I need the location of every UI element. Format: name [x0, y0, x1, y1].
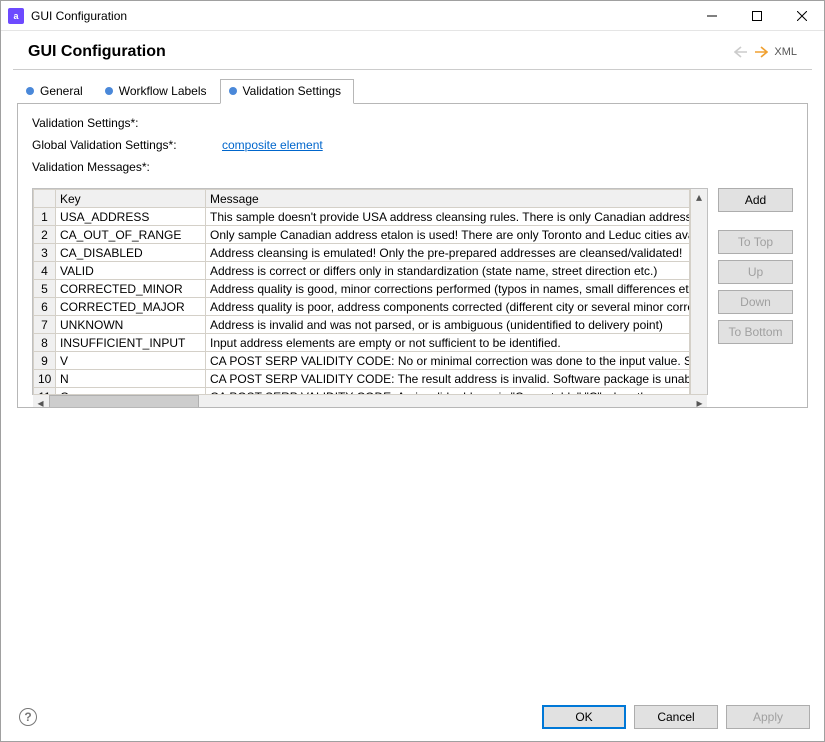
- scroll-right-icon[interactable]: ▸: [692, 395, 707, 408]
- nav-back-icon[interactable]: [732, 44, 750, 60]
- table-row[interactable]: 5CORRECTED_MINORAddress quality is good,…: [34, 280, 690, 298]
- row-number[interactable]: 10: [34, 370, 56, 388]
- scroll-thumb[interactable]: [49, 395, 199, 408]
- row-header-corner[interactable]: [34, 190, 56, 208]
- column-header-message[interactable]: Message: [206, 190, 690, 208]
- table-row[interactable]: 3CA_DISABLEDAddress cleansing is emulate…: [34, 244, 690, 262]
- row-number[interactable]: 1: [34, 208, 56, 226]
- validation-settings-label: Validation Settings*:: [32, 116, 222, 130]
- add-button[interactable]: Add: [718, 188, 793, 212]
- horizontal-scrollbar[interactable]: ◂ ▸: [33, 394, 707, 408]
- bullet-icon: [229, 87, 237, 95]
- cell-key[interactable]: VALID: [56, 262, 206, 280]
- cell-message[interactable]: CA POST SERP VALIDITY CODE: The result a…: [206, 370, 690, 388]
- window-title: GUI Configuration: [31, 9, 689, 23]
- table-row[interactable]: 8INSUFFICIENT_INPUT Input address elemen…: [34, 334, 690, 352]
- apply-button[interactable]: Apply: [726, 705, 810, 729]
- validation-messages-label: Validation Messages*:: [32, 160, 222, 174]
- table-row[interactable]: 6CORRECTED_MAJORAddress quality is poor,…: [34, 298, 690, 316]
- cancel-button[interactable]: Cancel: [634, 705, 718, 729]
- up-button[interactable]: Up: [718, 260, 793, 284]
- cell-key[interactable]: UNKNOWN: [56, 316, 206, 334]
- table-row[interactable]: 1USA_ADDRESSThis sample doesn't provide …: [34, 208, 690, 226]
- close-button[interactable]: [779, 1, 824, 31]
- cell-message[interactable]: Address quality is poor, address compone…: [206, 298, 690, 316]
- cell-key[interactable]: CA_OUT_OF_RANGE: [56, 226, 206, 244]
- tab-label: Validation Settings: [243, 84, 342, 98]
- table-row[interactable]: 9VCA POST SERP VALIDITY CODE: No or mini…: [34, 352, 690, 370]
- cell-message[interactable]: Address quality is good, minor correctio…: [206, 280, 690, 298]
- footer: ? OK Cancel Apply: [1, 695, 824, 741]
- side-buttons: Add To Top Up Down To Bottom: [718, 188, 793, 395]
- to-bottom-button[interactable]: To Bottom: [718, 320, 793, 344]
- header: GUI Configuration XML: [13, 31, 812, 70]
- tab-validation-settings[interactable]: Validation Settings: [220, 79, 355, 104]
- cell-key[interactable]: CORRECTED_MAJOR: [56, 298, 206, 316]
- global-validation-label: Global Validation Settings*:: [32, 138, 222, 152]
- table-row[interactable]: 2CA_OUT_OF_RANGEOnly sample Canadian add…: [34, 226, 690, 244]
- row-number[interactable]: 3: [34, 244, 56, 262]
- cell-message[interactable]: CA POST SERP VALIDITY CODE: No or minima…: [206, 352, 690, 370]
- content-panel: Validation Settings*: Global Validation …: [17, 103, 808, 408]
- page-title: GUI Configuration: [28, 43, 730, 61]
- vertical-scrollbar[interactable]: ▴: [690, 189, 707, 394]
- ok-button[interactable]: OK: [542, 705, 626, 729]
- row-number[interactable]: 7: [34, 316, 56, 334]
- cell-message[interactable]: Input address elements are empty or not …: [206, 334, 690, 352]
- down-button[interactable]: Down: [718, 290, 793, 314]
- cell-key[interactable]: CA_DISABLED: [56, 244, 206, 262]
- to-top-button[interactable]: To Top: [718, 230, 793, 254]
- column-header-key[interactable]: Key: [56, 190, 206, 208]
- app-icon: a: [8, 8, 24, 24]
- row-number[interactable]: 4: [34, 262, 56, 280]
- table-row[interactable]: 7UNKNOWNAddress is invalid and was not p…: [34, 316, 690, 334]
- tab-workflow-labels[interactable]: Workflow Labels: [96, 79, 220, 104]
- messages-grid[interactable]: Key Message 1USA_ADDRESSThis sample does…: [32, 188, 708, 395]
- cell-message[interactable]: Address is correct or differs only in st…: [206, 262, 690, 280]
- nav-forward-icon[interactable]: [752, 44, 770, 60]
- maximize-button[interactable]: [734, 1, 779, 31]
- cell-message[interactable]: Address cleansing is emulated! Only the …: [206, 244, 690, 262]
- row-number[interactable]: 6: [34, 298, 56, 316]
- table-header-row: Key Message: [34, 190, 690, 208]
- row-number[interactable]: 8: [34, 334, 56, 352]
- composite-element-link[interactable]: composite element: [222, 138, 323, 152]
- row-number[interactable]: 2: [34, 226, 56, 244]
- cell-key[interactable]: INSUFFICIENT_INPUT: [56, 334, 206, 352]
- cell-key[interactable]: CORRECTED_MINOR: [56, 280, 206, 298]
- minimize-button[interactable]: [689, 1, 734, 31]
- row-number[interactable]: 9: [34, 352, 56, 370]
- bullet-icon: [105, 87, 113, 95]
- scroll-up-icon[interactable]: ▴: [692, 189, 707, 204]
- cell-message[interactable]: Only sample Canadian address etalon is u…: [206, 226, 690, 244]
- row-number[interactable]: 5: [34, 280, 56, 298]
- title-bar: a GUI Configuration: [1, 1, 824, 31]
- tab-general[interactable]: General: [17, 79, 96, 104]
- scroll-left-icon[interactable]: ◂: [33, 395, 48, 408]
- tab-label: Workflow Labels: [119, 84, 207, 98]
- xml-view-button[interactable]: XML: [774, 46, 797, 58]
- cell-key[interactable]: USA_ADDRESS: [56, 208, 206, 226]
- help-icon[interactable]: ?: [19, 708, 37, 726]
- cell-message[interactable]: Address is invalid and was not parsed, o…: [206, 316, 690, 334]
- cell-message[interactable]: This sample doesn't provide USA address …: [206, 208, 690, 226]
- bullet-icon: [26, 87, 34, 95]
- cell-key[interactable]: N: [56, 370, 206, 388]
- table-row[interactable]: 4VALIDAddress is correct or differs only…: [34, 262, 690, 280]
- tab-label: General: [40, 84, 83, 98]
- cell-key[interactable]: V: [56, 352, 206, 370]
- tab-strip: General Workflow Labels Validation Setti…: [17, 78, 808, 103]
- table-row[interactable]: 10NCA POST SERP VALIDITY CODE: The resul…: [34, 370, 690, 388]
